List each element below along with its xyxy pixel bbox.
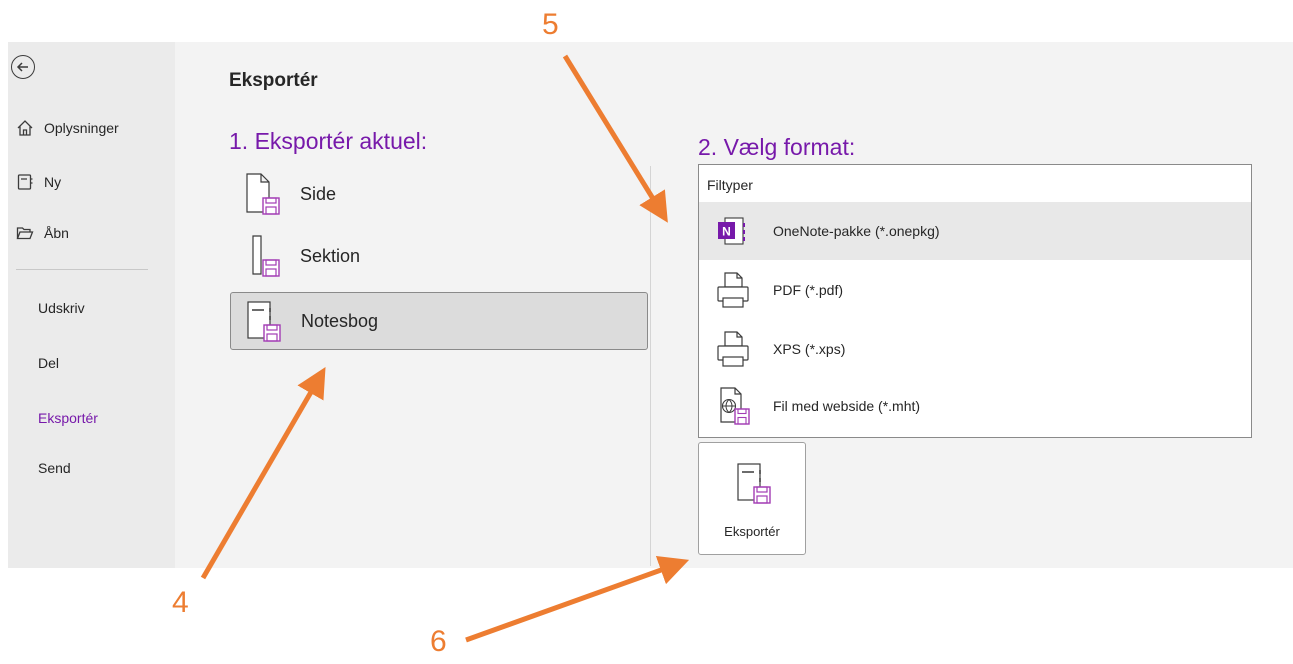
annotation-label-5: 5 bbox=[542, 8, 559, 41]
annotation-arrow-6 bbox=[465, 555, 690, 643]
annotation-arrow-4 bbox=[200, 367, 326, 580]
annotation-label-6: 6 bbox=[430, 625, 447, 658]
annotation-arrows bbox=[200, 54, 690, 643]
annotation-label-4: 4 bbox=[172, 586, 189, 619]
annotation-arrow-5 bbox=[562, 54, 668, 223]
